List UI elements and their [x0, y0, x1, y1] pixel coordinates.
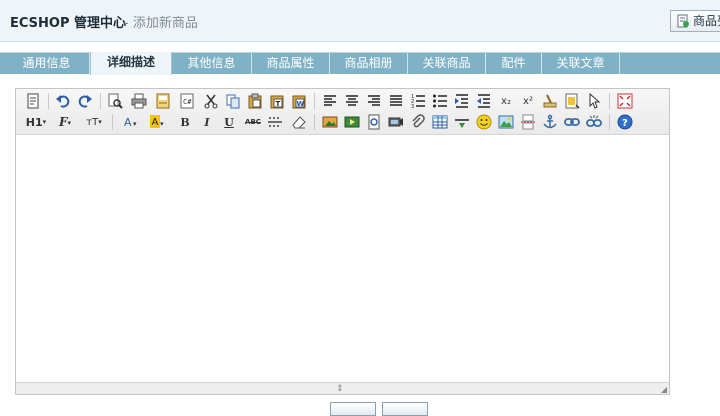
brand-title: ECSHOP 管理中心: [10, 16, 127, 31]
print-icon[interactable]: [130, 92, 148, 110]
eraser-icon[interactable]: [290, 113, 308, 131]
undo-icon[interactable]: [54, 92, 72, 110]
horizontal-rule-icon[interactable]: [266, 113, 284, 131]
rich-text-editor: C# T W 123 x₂ x² H1 ▾ F ▾ тT ▾ A ▾ A ▾ B I U …: [15, 88, 670, 395]
align-right-icon[interactable]: [365, 92, 383, 110]
reset-button[interactable]: [382, 402, 428, 416]
paste-word-icon[interactable]: W: [290, 92, 308, 110]
link-icon[interactable]: [563, 113, 581, 131]
svg-text:W: W: [297, 100, 305, 108]
emoticon-icon[interactable]: [475, 113, 493, 131]
page-header: ECSHOP 管理中心 - 添加新商品 商品列表: [0, 0, 720, 42]
tab-attributes[interactable]: 商品属性: [252, 53, 330, 74]
subscript-icon[interactable]: x₂: [497, 92, 515, 110]
attachment-icon[interactable]: [409, 113, 427, 131]
tab-other-info[interactable]: 其他信息: [172, 53, 252, 74]
tab-accessories[interactable]: 配件: [486, 53, 542, 74]
highlight-color-dropdown[interactable]: A ▾: [146, 113, 168, 131]
tab-description[interactable]: 详细描述: [90, 52, 172, 75]
svg-text:3: 3: [411, 104, 414, 109]
insert-line-icon[interactable]: [453, 113, 471, 131]
image-manager-icon[interactable]: [497, 113, 515, 131]
source-icon[interactable]: [24, 92, 42, 110]
goods-list-button[interactable]: 商品列表: [670, 10, 720, 32]
outdent-icon[interactable]: [475, 92, 493, 110]
fullscreen-icon[interactable]: [616, 92, 634, 110]
insert-media-icon[interactable]: [343, 113, 361, 131]
editor-toolbar: C# T W 123 x₂ x² H1 ▾ F ▾ тT ▾ A ▾ A ▾ B I U …: [16, 89, 669, 135]
tab-related-articles[interactable]: 关联文章: [542, 53, 620, 74]
heading-dropdown[interactable]: H1 ▾: [24, 113, 48, 131]
tab-bar: 通用信息 详细描述 其他信息 商品属性 商品相册 关联商品 配件 关联文章: [0, 52, 720, 75]
svg-text:A: A: [152, 117, 159, 128]
resize-corner-icon[interactable]: ◢: [661, 385, 667, 394]
template-icon[interactable]: [154, 92, 172, 110]
page-subtitle: - 添加新商品: [124, 16, 198, 31]
submit-button[interactable]: [330, 402, 376, 416]
code-icon[interactable]: C#: [178, 92, 196, 110]
insert-image-icon[interactable]: [321, 113, 339, 131]
pointer-icon[interactable]: [585, 92, 603, 110]
unordered-list-icon[interactable]: [431, 92, 449, 110]
strikethrough-button[interactable]: ABC: [242, 113, 264, 131]
preview-icon[interactable]: [106, 92, 124, 110]
svg-text:A: A: [124, 116, 132, 129]
ordered-list-icon[interactable]: 123: [409, 92, 427, 110]
svg-text:T: T: [276, 100, 281, 108]
clear-format-icon[interactable]: [541, 92, 559, 110]
tab-gallery[interactable]: 商品相册: [330, 53, 408, 74]
document-icon: [677, 14, 689, 28]
superscript-icon[interactable]: x²: [519, 92, 537, 110]
anchor-icon[interactable]: [541, 113, 559, 131]
insert-video-icon[interactable]: [387, 113, 405, 131]
font-family-dropdown[interactable]: F ▾: [54, 113, 76, 131]
font-color-dropdown[interactable]: A ▾: [120, 113, 142, 131]
tab-related-goods[interactable]: 关联商品: [408, 53, 486, 74]
insert-flash-icon[interactable]: [365, 113, 383, 131]
unlink-icon[interactable]: [585, 113, 603, 131]
goods-list-label: 商品列表: [693, 14, 720, 28]
redo-icon[interactable]: [76, 92, 94, 110]
svg-text:C#: C#: [183, 98, 192, 106]
resize-grip-icon: ⇕: [336, 384, 344, 394]
align-center-icon[interactable]: [343, 92, 361, 110]
svg-text:▾: ▾: [160, 120, 164, 128]
paste-icon[interactable]: [246, 92, 264, 110]
indent-icon[interactable]: [453, 92, 471, 110]
italic-button[interactable]: I: [198, 113, 216, 131]
editor-content-area[interactable]: [16, 136, 669, 382]
align-left-icon[interactable]: [321, 92, 339, 110]
align-justify-icon[interactable]: [387, 92, 405, 110]
svg-text:?: ?: [622, 118, 628, 129]
help-icon[interactable]: ?: [616, 113, 634, 131]
table-icon[interactable]: [431, 113, 449, 131]
bold-button[interactable]: B: [176, 113, 194, 131]
font-size-dropdown[interactable]: тT ▾: [82, 113, 106, 131]
underline-button[interactable]: U: [220, 113, 238, 131]
cut-icon[interactable]: [202, 92, 220, 110]
tab-general[interactable]: 通用信息: [4, 53, 90, 74]
svg-text:▾: ▾: [133, 120, 137, 128]
paste-text-icon[interactable]: T: [268, 92, 286, 110]
select-all-icon[interactable]: [563, 92, 581, 110]
copy-icon[interactable]: [224, 92, 242, 110]
page-break-icon[interactable]: [519, 113, 537, 131]
editor-resize-bar[interactable]: ⇕ ◢: [16, 382, 669, 394]
